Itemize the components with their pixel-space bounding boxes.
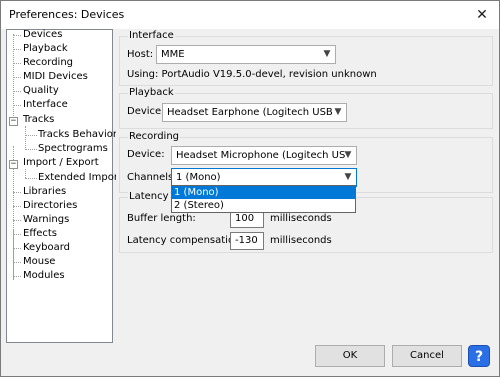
tree-branch <box>13 105 21 106</box>
window-title: Preferences: Devices <box>9 8 125 21</box>
latency-compensation-unit: milliseconds <box>270 235 332 246</box>
tree-item-spectrograms[interactable]: Spectrograms <box>38 142 108 156</box>
cancel-button[interactable]: Cancel <box>392 345 462 367</box>
tree-item-tracks-behaviors[interactable]: Tracks Behaviors <box>38 128 122 142</box>
category-tree[interactable]: Devices Playback Recording MIDI Devices … <box>6 28 122 343</box>
playback-device-select[interactable]: Headset Earphone (Logitech USB ▼ <box>162 103 347 122</box>
close-icon: ✕ <box>476 7 488 23</box>
tree-branch <box>13 49 21 50</box>
host-select[interactable]: MME ▼ <box>156 45 336 64</box>
tree-branch <box>13 192 21 193</box>
latency-group-title: Latency <box>128 191 170 202</box>
tree-branch <box>13 276 21 277</box>
recording-device-value: Headset Microphone (Logitech US <box>176 150 346 161</box>
tree-item-warnings[interactable]: Warnings <box>23 213 69 227</box>
tree-branch <box>25 149 37 150</box>
tree-item-recording[interactable]: Recording <box>23 56 73 70</box>
tree-item-interface[interactable]: Interface <box>23 98 68 112</box>
interface-group-title: Interface <box>128 30 175 41</box>
recording-device-label: Device: <box>127 149 165 160</box>
tree-branch <box>13 35 21 36</box>
tree-branch <box>13 77 21 78</box>
ok-button[interactable]: OK <box>315 345 385 367</box>
channels-option-stereo[interactable]: 2 (Stereo) <box>172 199 355 212</box>
preferences-window: Preferences: Devices ✕ Devices Playback … <box>0 0 500 377</box>
chevron-down-icon: ▼ <box>344 172 352 182</box>
buffer-length-unit: milliseconds <box>270 213 332 224</box>
tree-guide-line <box>25 169 26 178</box>
collapse-import-export-icon[interactable]: − <box>9 160 18 169</box>
tree-item-devices[interactable]: Devices <box>23 28 62 42</box>
tree-guide-line <box>13 34 14 122</box>
playback-group: Playback Device: Headset Earphone (Logit… <box>119 87 493 129</box>
recording-group-title: Recording <box>128 131 181 142</box>
tree-item-mouse[interactable]: Mouse <box>23 255 55 269</box>
title-bar: Preferences: Devices ✕ <box>1 1 499 29</box>
host-select-value: MME <box>161 49 185 60</box>
tree-item-keyboard[interactable]: Keyboard <box>23 241 70 255</box>
tree-item-effects[interactable]: Effects <box>23 227 57 241</box>
chevron-down-icon: ▼ <box>344 150 352 160</box>
tree-branch <box>25 178 37 179</box>
tree-item-directories[interactable]: Directories <box>23 199 77 213</box>
tree-item-playback[interactable]: Playback <box>23 42 68 56</box>
tree-item-libraries[interactable]: Libraries <box>23 185 66 199</box>
tree-guide-line <box>13 229 14 279</box>
interface-group: Interface Host: MME ▼ Using: PortAudio V… <box>119 30 493 86</box>
host-label: Host: <box>127 49 154 60</box>
tree-branch <box>13 234 21 235</box>
latency-compensation-input[interactable]: -130 <box>230 232 264 250</box>
tree-guide-line <box>25 126 26 150</box>
channels-select-value: 1 (Mono) <box>176 172 221 183</box>
latency-compensation-label: Latency compensation: <box>127 235 244 246</box>
tree-branch <box>13 63 21 64</box>
tree-item-modules[interactable]: Modules <box>23 269 65 283</box>
buffer-length-label: Buffer length: <box>127 213 196 224</box>
tree-item-import-export[interactable]: Import / Export <box>23 156 99 170</box>
tree-item-extended-import[interactable]: Extended Import <box>38 171 122 185</box>
tree-branch <box>13 220 21 221</box>
playback-group-title: Playback <box>128 87 175 98</box>
tree-branch <box>13 262 21 263</box>
recording-device-select[interactable]: Headset Microphone (Logitech US ▼ <box>171 146 357 165</box>
playback-device-label: Device: <box>127 106 165 117</box>
channels-label: Channels: <box>127 172 177 183</box>
chevron-down-icon: ▼ <box>334 107 342 117</box>
portaudio-version-text: Using: PortAudio V19.5.0-devel, revision… <box>127 69 377 80</box>
close-button[interactable]: ✕ <box>465 1 499 29</box>
tree-branch <box>13 91 21 92</box>
tree-item-tracks[interactable]: Tracks <box>23 113 54 127</box>
tree-item-midi-devices[interactable]: MIDI Devices <box>23 70 88 84</box>
channels-option-mono[interactable]: 1 (Mono) <box>172 186 355 199</box>
tree-item-quality[interactable]: Quality <box>23 84 59 98</box>
tree-branch <box>25 135 37 136</box>
chevron-down-icon: ▼ <box>323 49 331 59</box>
channels-dropdown-list[interactable]: 1 (Mono) 2 (Stereo) <box>171 185 356 213</box>
playback-device-value: Headset Earphone (Logitech USB <box>167 107 333 118</box>
help-icon[interactable]: ? <box>468 345 490 367</box>
tree-branch <box>13 206 21 207</box>
tree-branch <box>13 248 21 249</box>
collapse-tracks-icon[interactable]: − <box>9 117 18 126</box>
